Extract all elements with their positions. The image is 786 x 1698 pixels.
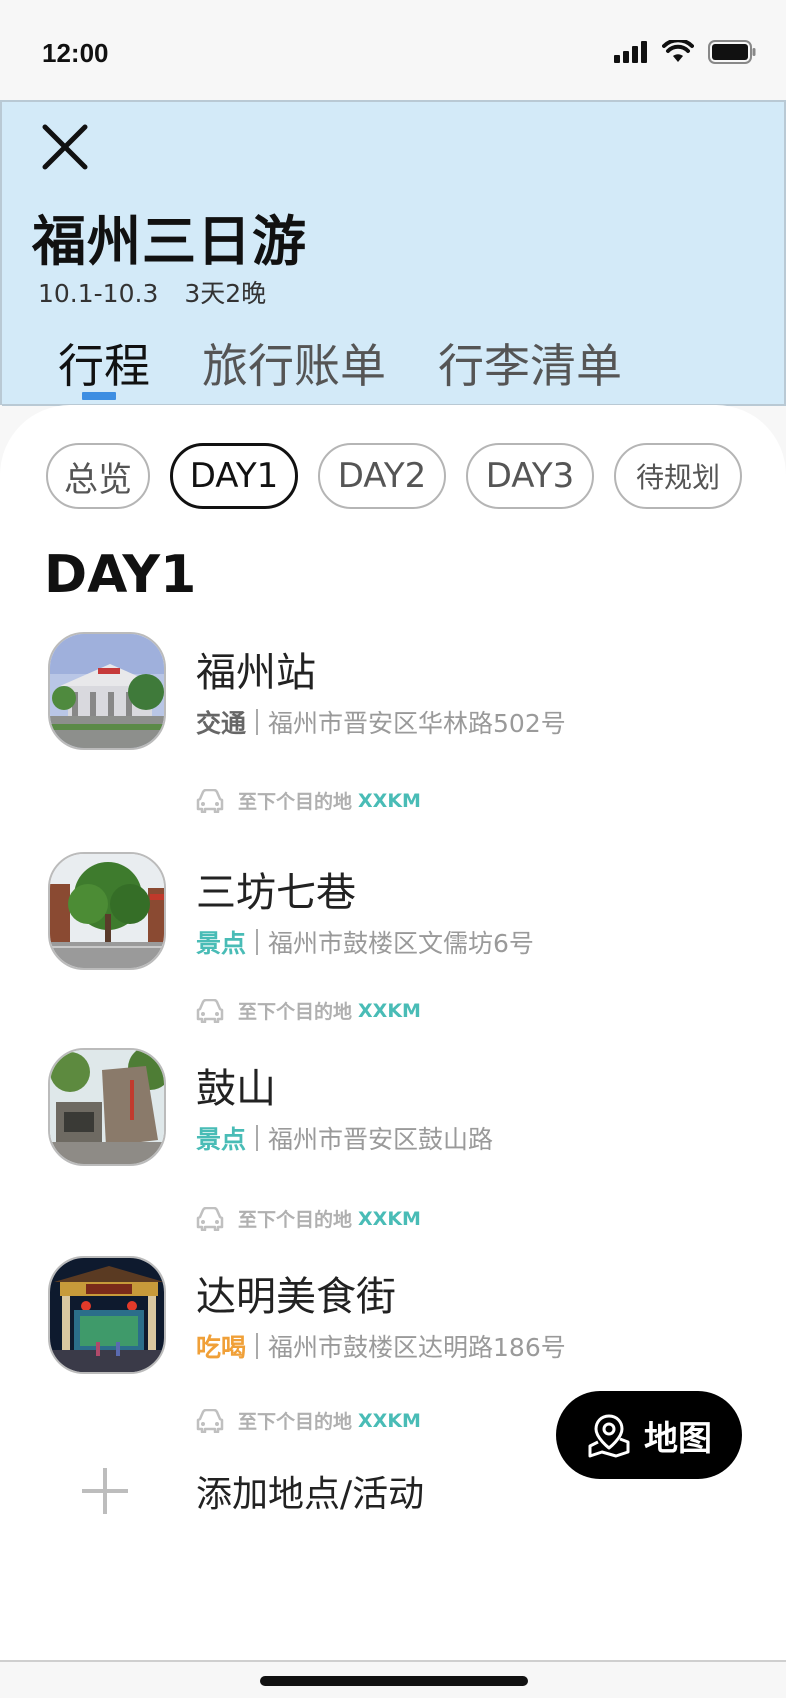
pill-day3[interactable]: DAY3 [466,443,594,509]
home-indicator[interactable] [260,1676,528,1686]
day-heading: DAY1 [44,545,197,605]
place-thumbnail[interactable] [48,1256,166,1374]
next-destination-value: XXKM [358,999,421,1022]
status-time: 12:00 [42,38,109,68]
pill-overview[interactable]: 总览 [46,443,150,509]
close-button[interactable] [40,122,90,172]
home-bar-area [0,1660,786,1698]
car-icon [196,1408,224,1433]
battery-icon [708,40,756,64]
place-meta: 吃喝 福州市鼓楼区达明路186号 [196,1328,566,1364]
car-icon [196,998,224,1023]
next-destination-label: 至下个目的地 [238,1411,353,1433]
add-place-button[interactable]: 添加地点/活动 [80,1465,424,1517]
place-address: 福州市鼓楼区文儒坊6号 [268,929,534,958]
place-category: 交通 [196,709,247,738]
trip-date-range: 10.1-10.3 [38,279,159,308]
next-destination-distance: 至下个目的地 XXKM [196,1205,421,1232]
place-category: 景点 [196,929,247,958]
place-address: 福州市晋安区鼓山路 [268,1125,494,1154]
place-meta: 交通 福州市晋安区华林路502号 [196,704,566,740]
trip-duration: 3天2晚 [184,279,267,308]
map-pin-icon [588,1414,630,1458]
tab-packing-list[interactable]: 行李清单 [438,330,622,402]
next-destination-value: XXKM [358,789,421,812]
trip-title: 福州三日游 [32,210,307,273]
trip-dates: 10.1-10.3 3天2晚 [38,274,266,310]
meta-divider [256,1333,259,1359]
meta-divider [256,929,259,955]
place-meta: 景点 福州市晋安区鼓山路 [196,1120,493,1156]
place-thumbnail[interactable] [48,632,166,750]
place-address: 福州市鼓楼区达明路186号 [268,1333,566,1362]
place-meta: 景点 福州市鼓楼区文儒坊6号 [196,924,534,960]
tab-packing-list-label: 行李清单 [438,339,622,393]
next-destination-value: XXKM [358,1409,421,1432]
place-name: 达明美食街 [196,1274,396,1320]
status-icons [614,40,756,64]
place-thumbnail[interactable] [48,1048,166,1166]
food-street-gate-photo [50,1258,164,1372]
top-tabs: 行程 旅行账单 行李清单 [58,330,622,402]
map-button[interactable]: 地图 [556,1391,742,1479]
signal-icon [614,41,647,63]
pill-unplanned[interactable]: 待规划 [614,443,742,509]
status-bar: 12:00 [0,0,786,100]
plus-icon [82,1468,128,1514]
meta-divider [256,709,259,735]
tab-itinerary[interactable]: 行程 [58,330,150,402]
trip-header: 福州三日游 10.1-10.3 3天2晚 行程 旅行账单 行李清单 [0,100,786,406]
next-destination-label: 至下个目的地 [238,1209,353,1231]
wifi-icon [662,40,694,62]
next-destination-label: 至下个目的地 [238,791,353,813]
tab-travel-bill[interactable]: 旅行账单 [202,330,386,402]
next-destination-distance: 至下个目的地 XXKM [196,997,421,1024]
place-name: 三坊七巷 [196,870,356,916]
old-street-photo [50,854,164,968]
place-category: 吃喝 [196,1333,247,1362]
map-button-label: 地图 [644,1418,712,1459]
pill-day2[interactable]: DAY2 [318,443,446,509]
next-destination-distance: 至下个目的地 XXKM [196,787,421,814]
next-destination-distance: 至下个目的地 XXKM [196,1407,421,1434]
place-name: 福州站 [196,650,316,696]
add-place-label: 添加地点/活动 [196,1474,425,1515]
tab-travel-bill-label: 旅行账单 [202,339,386,393]
car-icon [196,1206,224,1231]
tab-itinerary-label: 行程 [58,339,150,393]
place-address: 福州市晋安区华林路502号 [268,709,566,738]
next-destination-value: XXKM [358,1207,421,1230]
meta-divider [256,1125,259,1151]
next-destination-label: 至下个目的地 [238,1001,353,1023]
day-selector: 总览 DAY1 DAY2 DAY3 待规划 [46,443,742,509]
tab-active-indicator [82,392,116,400]
train-station-photo [50,634,164,748]
close-icon [42,124,88,170]
place-category: 景点 [196,1125,247,1154]
place-name: 鼓山 [196,1066,276,1112]
place-thumbnail[interactable] [48,852,166,970]
car-icon [196,788,224,813]
pill-day1[interactable]: DAY1 [170,443,298,509]
mountain-rock-photo [50,1050,164,1164]
